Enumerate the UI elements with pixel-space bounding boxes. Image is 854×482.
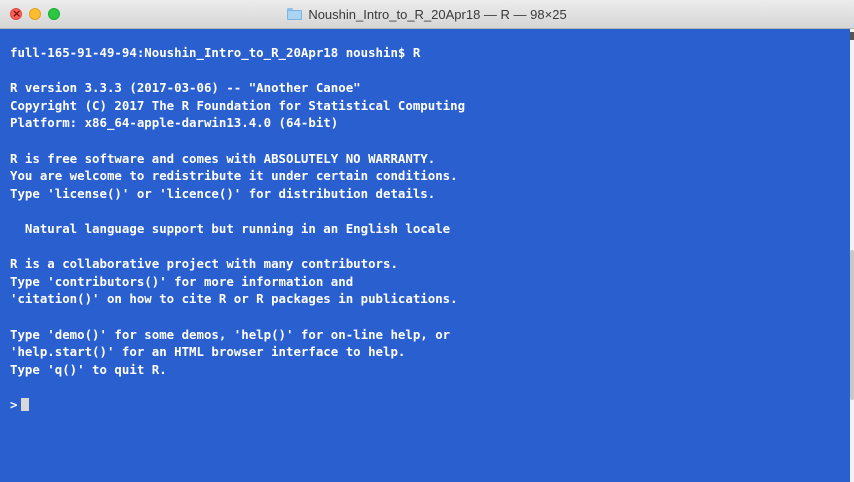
terminal-line: full-165-91-49-94:Noushin_Intro_to_R_20A… [10,45,421,60]
scrollbar-thumb[interactable] [850,250,854,400]
title-bar[interactable]: × Noushin_Intro_to_R_20Apr18 — R — 98×25 [0,0,854,29]
terminal-line: R version 3.3.3 (2017-03-06) -- "Another… [10,80,361,96]
window-title-group: Noushin_Intro_to_R_20Apr18 — R — 98×25 [0,0,854,28]
terminal-line: 'help.start()' for an HTML browser inter… [10,344,406,360]
prompt-symbol: > [10,396,18,412]
terminal-line: Type 'demo()' for some demos, 'help()' f… [10,326,451,342]
terminal-line: 'citation()' on how to cite R or R packa… [10,291,458,307]
terminal-output[interactable]: full-165-91-49-94:Noushin_Intro_to_R_20A… [10,44,840,413]
terminal-line: Copyright (C) 2017 The R Foundation for … [10,97,466,113]
terminal-window: × Noushin_Intro_to_R_20Apr18 — R — 98×25… [0,0,854,482]
prompt-line[interactable]: > [10,396,840,414]
window-title: Noushin_Intro_to_R_20Apr18 — R — 98×25 [308,6,567,22]
text-cursor [21,397,30,411]
terminal-line: Platform: x86_64-apple-darwin13.4.0 (64-… [10,115,339,131]
terminal-line: Natural language support but running in … [10,220,451,236]
terminal-line: R is free software and comes with ABSOLU… [10,150,436,166]
terminal-line: Type 'license()' or 'licence()' for dist… [10,185,436,201]
terminal-line: Type 'q()' to quit R. [10,361,167,377]
folder-icon [287,8,303,20]
terminal-line: R is a collaborative project with many c… [10,256,398,272]
scrollbar-marker [850,32,854,40]
terminal-line: Type 'contributors()' for more informati… [10,273,354,289]
terminal-line: You are welcome to redistribute it under… [10,168,458,184]
